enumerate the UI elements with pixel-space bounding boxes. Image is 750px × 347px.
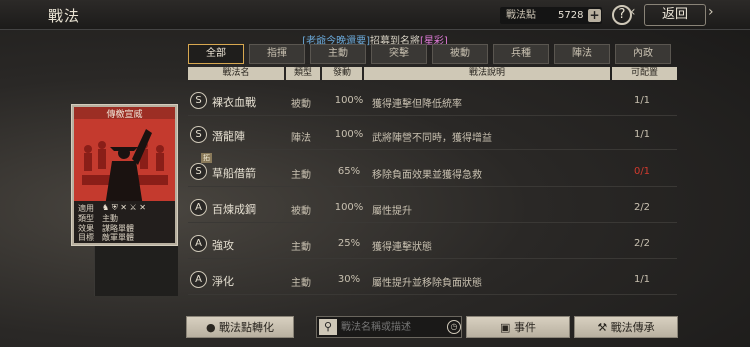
tactic-type: 主動 xyxy=(291,278,311,289)
hammer-icon: ⚒ xyxy=(597,321,608,334)
convert-label: 戰法點轉化 xyxy=(219,321,275,334)
tactic-desc: 獲得連擊但降低統率 xyxy=(372,99,462,110)
tactic-card[interactable]: 傳檄宣威 適用 ♞ ⛨ ✕ ⚔ ✕ 類型 主動 效果 謀略單體 目標 敵軍單體 xyxy=(71,104,178,246)
tactic-desc: 武將陣營不同時，獲得增益 xyxy=(372,133,492,144)
search-box[interactable]: ⚲ ◷ xyxy=(316,316,462,338)
tactic-name: 潛龍陣 xyxy=(212,130,245,143)
grade-badge: S xyxy=(190,126,207,143)
table-row[interactable]: S 潛龍陣 陣法 100% 武將陣營不同時，獲得增益 1/1 xyxy=(188,120,677,150)
tactic-desc: 獲得連擊狀態 xyxy=(372,242,432,253)
tactic-name: 裸衣血戰 xyxy=(212,96,256,109)
tactic-type: 被動 xyxy=(291,206,311,217)
tactic-rate: 65% xyxy=(337,166,361,177)
back-button[interactable]: 返回 xyxy=(644,4,706,26)
tactic-type: 主動 xyxy=(291,170,311,181)
tactic-name: 百煉成鋼 xyxy=(212,203,256,216)
inherit-label: 戰法傳承 xyxy=(610,321,655,334)
tab-internal[interactable]: 內政 xyxy=(615,44,671,64)
chevron-right-icon: › xyxy=(708,4,714,20)
tactic-rate: 25% xyxy=(337,238,361,249)
grade-badge: S xyxy=(190,163,207,180)
grade-badge: A xyxy=(190,199,207,216)
tactic-config: 2/2 xyxy=(633,238,651,249)
points-label: 戰法點 xyxy=(506,10,536,21)
tab-passive[interactable]: 被動 xyxy=(432,44,488,64)
convert-points-button[interactable]: ● 戰法點轉化 xyxy=(186,316,294,338)
search-icon[interactable]: ⚲ xyxy=(319,319,337,335)
tab-command[interactable]: 指揮 xyxy=(249,44,305,64)
tab-active[interactable]: 主動 xyxy=(310,44,366,64)
help-button[interactable]: ? xyxy=(612,5,632,25)
tab-all[interactable]: 全部 xyxy=(188,44,244,64)
table-row[interactable]: A 百煉成鋼 被動 100% 屬性提升 2/2 xyxy=(188,193,677,223)
inherit-button[interactable]: ⚒ 戰法傳承 xyxy=(574,316,678,338)
tactic-config: 1/1 xyxy=(633,95,651,106)
tab-formation[interactable]: 陣法 xyxy=(554,44,610,64)
tactic-name: 淨化 xyxy=(212,275,234,288)
tab-troop[interactable]: 兵種 xyxy=(493,44,549,64)
tactic-rate: 30% xyxy=(337,274,361,285)
event-icon: ▣ xyxy=(500,321,511,334)
tactic-rate: 100% xyxy=(334,129,364,140)
table-row[interactable]: S 裸衣血戰 被動 100% 獲得連擊但降低統率 1/1 xyxy=(188,86,677,116)
chevron-left-icon: ‹ xyxy=(630,4,636,20)
tactic-desc: 屬性提升並移除負面狀態 xyxy=(372,278,482,289)
tactic-rate: 100% xyxy=(334,202,364,213)
page-title: 戰法 xyxy=(48,7,81,25)
col-type: 類型 xyxy=(286,67,320,80)
tactic-desc: 屬性提升 xyxy=(372,206,412,217)
card-info: 適用 ♞ ⛨ ✕ ⚔ ✕ 類型 主動 效果 謀略單體 目標 敵軍單體 xyxy=(74,201,175,243)
top-bar xyxy=(0,0,750,30)
card-title: 傳檄宣威 xyxy=(74,107,175,120)
table-row[interactable]: A 淨化 主動 30% 屬性提升並移除負面狀態 1/1 xyxy=(188,265,677,295)
grade-badge: S xyxy=(190,92,207,109)
table-row[interactable]: 拓 S 草船借箭 主動 65% 移除負面效果並獲得急救 0/1 xyxy=(188,153,677,187)
add-points-button[interactable]: + xyxy=(588,9,601,22)
tactic-config: 2/2 xyxy=(633,202,651,213)
card-stack-shadow xyxy=(94,246,178,296)
tactic-points-display: 戰法點 5728 xyxy=(500,7,602,24)
tactic-name: 草船借箭 xyxy=(212,167,256,180)
tactic-config: 1/1 xyxy=(633,129,651,140)
card-info-target: 敵軍單體 xyxy=(102,233,134,242)
history-icon[interactable]: ◷ xyxy=(447,320,461,334)
search-input[interactable] xyxy=(341,317,441,337)
tactic-rate: 100% xyxy=(334,95,364,106)
tactic-type: 主動 xyxy=(291,242,311,253)
col-desc: 戰法說明 xyxy=(364,67,610,80)
card-troop-icons: ♞ ⛨ ✕ ⚔ ✕ xyxy=(102,203,146,212)
card-illustration xyxy=(74,119,175,213)
event-button[interactable]: ▣ 事件 xyxy=(466,316,570,338)
card-art: 傳檄宣威 適用 ♞ ⛨ ✕ ⚔ ✕ 類型 主動 效果 謀略單體 目標 敵軍單體 xyxy=(74,107,175,243)
grade-badge: A xyxy=(190,235,207,252)
grade-badge: A xyxy=(190,271,207,288)
points-value: 5728 xyxy=(558,10,584,21)
tactic-config: 0/1 xyxy=(633,166,651,177)
tactic-type: 陣法 xyxy=(291,133,311,144)
col-rate: 發動 xyxy=(322,67,362,80)
event-label: 事件 xyxy=(513,321,536,334)
tactic-tag: 拓 xyxy=(201,153,212,163)
col-config: 可配置 xyxy=(612,67,677,80)
tactic-type: 被動 xyxy=(291,99,311,110)
col-name: 戰法名 xyxy=(188,67,284,80)
tactic-name: 強攻 xyxy=(212,239,234,252)
table-row[interactable]: A 強攻 主動 25% 獲得連擊狀態 2/2 xyxy=(188,229,677,259)
card-info-target-label: 目標 xyxy=(78,233,94,242)
tab-assault[interactable]: 突擊 xyxy=(371,44,427,64)
coin-icon: ● xyxy=(205,321,216,334)
tactic-config: 1/1 xyxy=(633,274,651,285)
tactic-desc: 移除負面效果並獲得急救 xyxy=(372,170,482,181)
